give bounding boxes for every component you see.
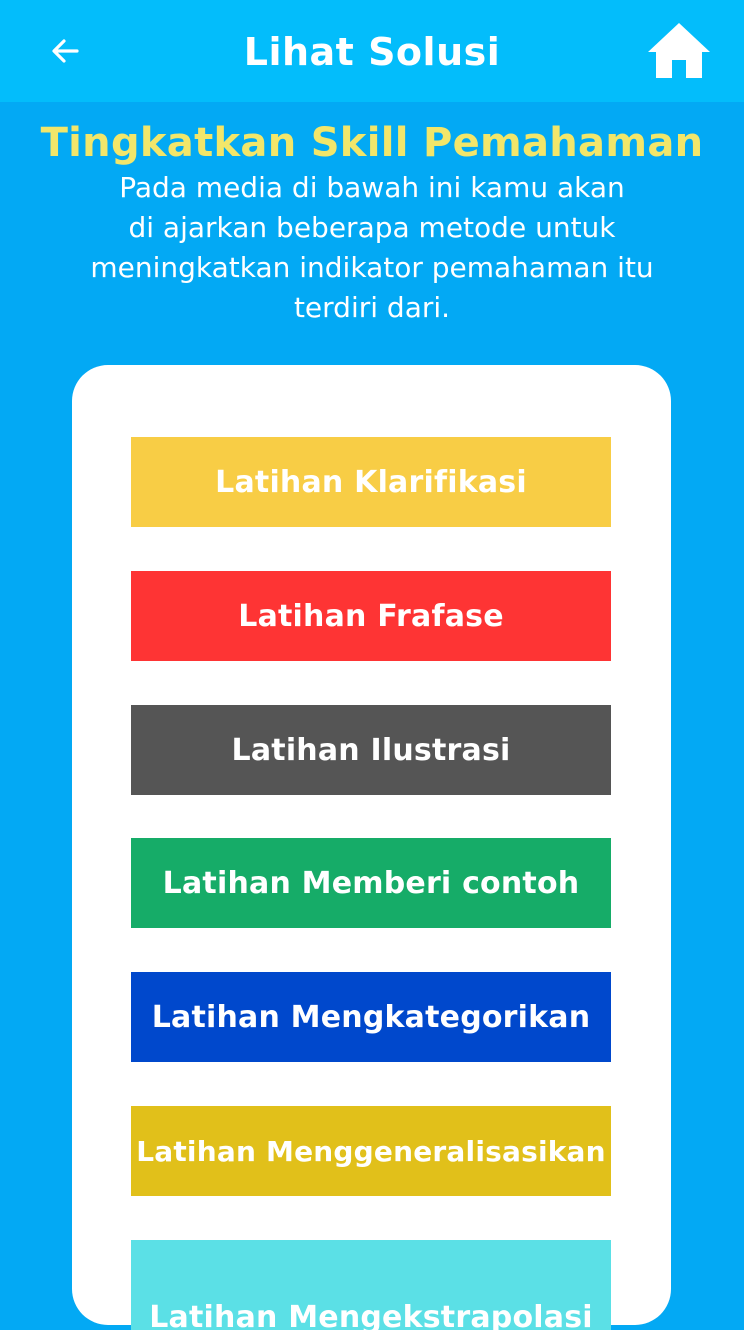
button-label: Latihan Ilustrasi xyxy=(232,733,511,768)
latihan-mengkategorikan-button[interactable]: Latihan Mengkategorikan xyxy=(131,972,611,1062)
home-button[interactable] xyxy=(646,20,712,82)
latihan-menggeneralisasikan-button[interactable]: Latihan Menggeneralisasikan xyxy=(131,1106,611,1196)
description-line: Pada media di bawah ini kamu akan xyxy=(30,168,714,208)
button-label: Latihan Menggeneralisasikan xyxy=(136,1135,606,1168)
section-description: Pada media di bawah ini kamu akan di aja… xyxy=(30,168,714,328)
button-label: Latihan Mengkategorikan xyxy=(152,1000,591,1035)
latihan-ilustrasi-button[interactable]: Latihan Ilustrasi xyxy=(131,705,611,795)
latihan-memberi-contoh-button[interactable]: Latihan Memberi contoh xyxy=(131,838,611,928)
button-label: Latihan Frafase xyxy=(238,599,504,634)
app-bar: Lihat Solusi xyxy=(0,0,744,102)
page-title: Lihat Solusi xyxy=(0,28,744,76)
description-line: di ajarkan beberapa metode untuk xyxy=(30,208,714,248)
button-label: Latihan Klarifikasi xyxy=(215,465,527,500)
description-line: terdiri dari. xyxy=(30,288,714,328)
latihan-frafase-button[interactable]: Latihan Frafase xyxy=(131,571,611,661)
section-heading: Tingkatkan Skill Pemahaman xyxy=(0,118,744,168)
home-icon xyxy=(646,20,712,82)
latihan-klarifikasi-button[interactable]: Latihan Klarifikasi xyxy=(131,437,611,527)
button-label: Latihan Memberi contoh xyxy=(163,866,580,901)
button-label: Latihan Mengekstrapolasi xyxy=(149,1300,593,1330)
description-line: meningkatkan indikator pemahaman itu xyxy=(30,248,714,288)
latihan-mengekstrapolasi-button[interactable]: Latihan Mengekstrapolasi xyxy=(131,1240,611,1330)
